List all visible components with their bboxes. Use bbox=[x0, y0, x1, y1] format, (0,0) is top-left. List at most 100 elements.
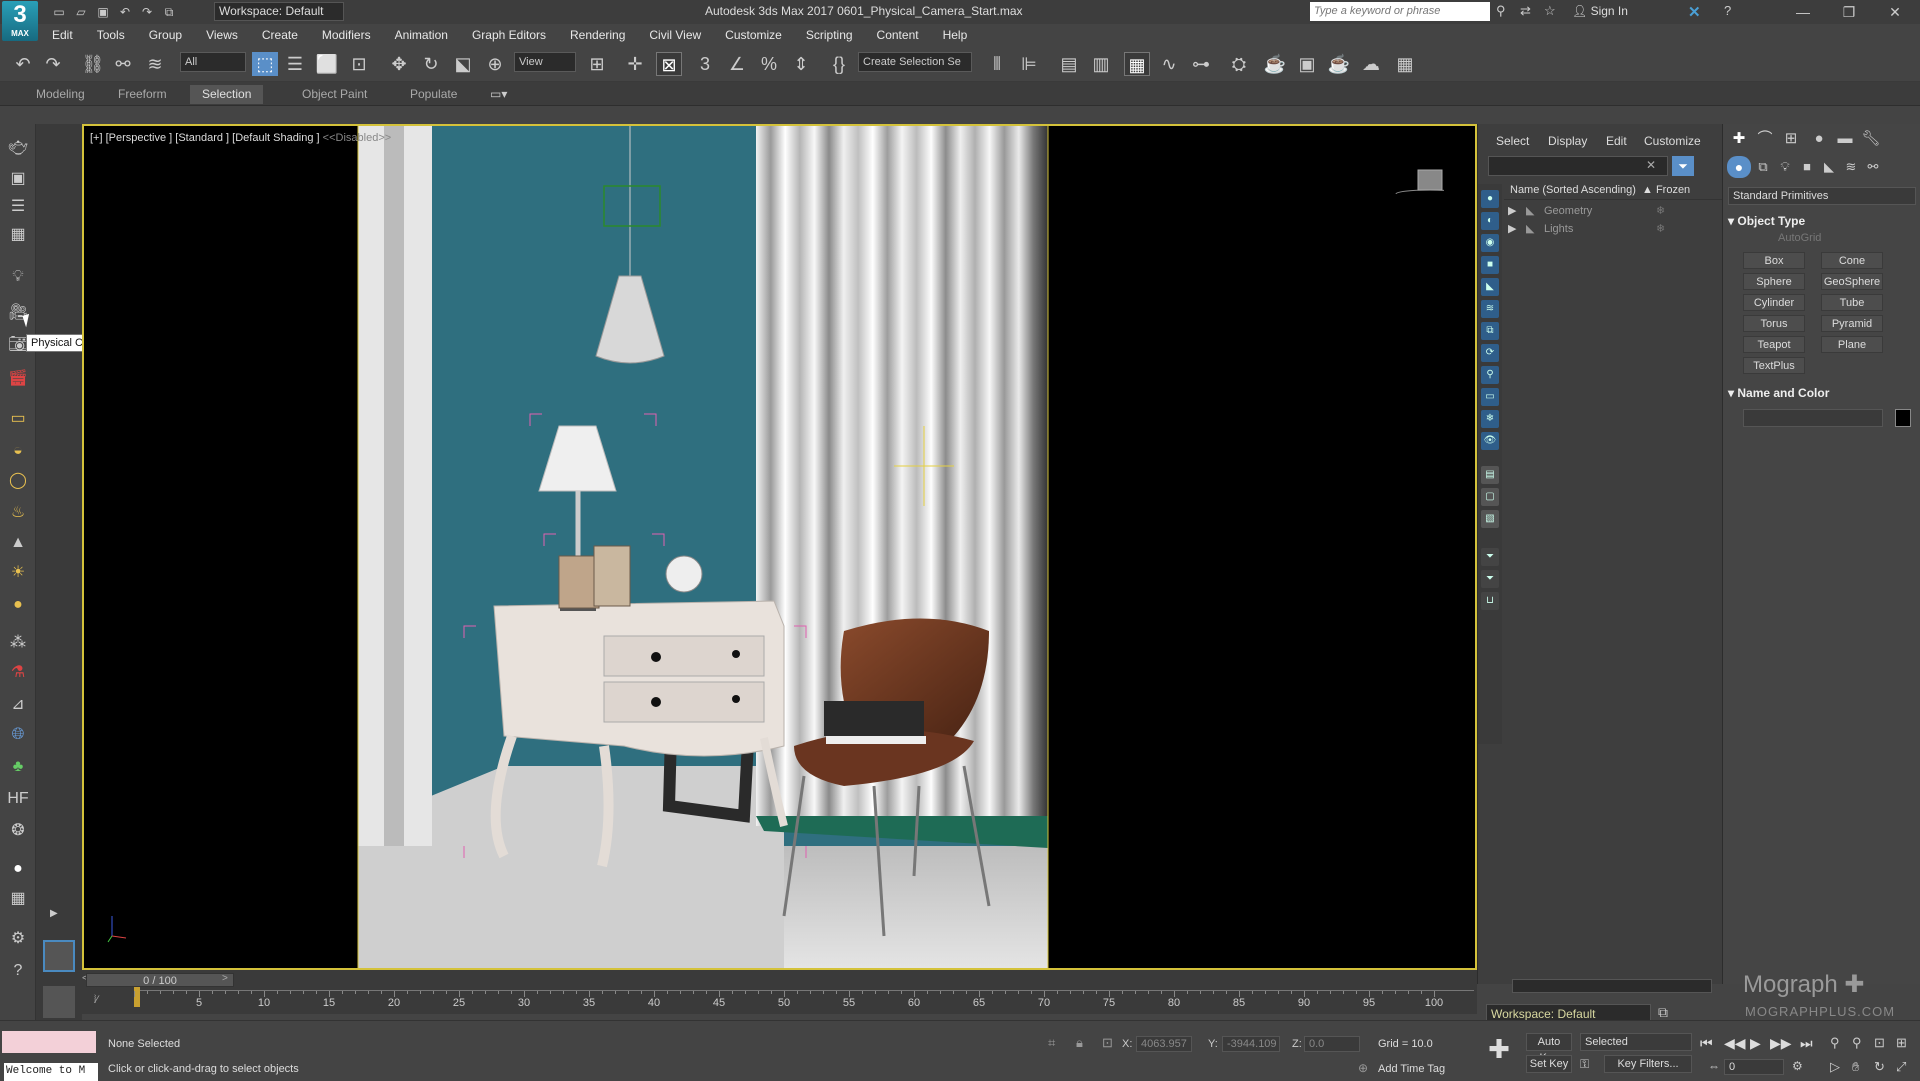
redo-icon[interactable]: ↷ bbox=[40, 52, 66, 76]
tube-button[interactable]: Tube bbox=[1821, 294, 1883, 311]
lights-filter-icon[interactable]: ◉ bbox=[1481, 234, 1499, 252]
app-logo-button[interactable]: 3 MAX bbox=[2, 1, 38, 41]
teapot-icon[interactable]: 🫖︎ bbox=[7, 138, 29, 160]
render-cloud-icon[interactable]: ☁ bbox=[1358, 52, 1384, 76]
lights-category-icon[interactable]: 💡︎ bbox=[1773, 156, 1797, 178]
filter-funnel-icon[interactable]: ⏷ bbox=[1481, 548, 1499, 566]
percent-snap-icon[interactable]: % bbox=[756, 52, 782, 76]
render-setup-icon[interactable]: ☕ bbox=[1262, 52, 1288, 76]
menu-customize[interactable]: Customize bbox=[713, 28, 794, 42]
viewport-layout-thumb-2[interactable] bbox=[43, 986, 75, 1018]
help-circle-icon[interactable]: ? bbox=[7, 960, 29, 982]
menu-scripting[interactable]: Scripting bbox=[794, 28, 865, 42]
angle-snap-icon[interactable]: ∠ bbox=[724, 52, 750, 76]
frozen-filter-icon[interactable]: ❄ bbox=[1481, 410, 1499, 428]
zoom-extents-all-icon[interactable]: ⊞ bbox=[1896, 1035, 1907, 1051]
helper-icon[interactable]: ⊿ bbox=[7, 694, 29, 716]
selection-lock-icon[interactable]: 🔒︎ bbox=[1076, 1035, 1083, 1051]
foliage-icon[interactable]: ♣ bbox=[7, 756, 29, 778]
expand-arrow-icon[interactable]: ▶ bbox=[1508, 202, 1516, 220]
maximize-viewport-icon[interactable]: ⤢ bbox=[1896, 1059, 1906, 1075]
x-coordinate-input[interactable]: 4063.957 bbox=[1136, 1036, 1192, 1052]
cameras-filter-icon[interactable]: ■ bbox=[1481, 256, 1499, 274]
hair-icon[interactable]: HF bbox=[7, 788, 29, 810]
systems-category-icon[interactable]: ⚯ bbox=[1861, 156, 1885, 178]
frozen-column-header[interactable]: ▲ Frozen bbox=[1642, 184, 1690, 196]
cameras-category-icon[interactable]: ■ bbox=[1795, 156, 1819, 178]
selected-keys-dropdown[interactable]: Selected bbox=[1580, 1033, 1692, 1051]
menu-rendering[interactable]: Rendering bbox=[558, 28, 637, 42]
box-icon[interactable]: ▣ bbox=[7, 168, 29, 190]
set-key-plus-icon[interactable]: ✚ bbox=[1484, 1033, 1514, 1065]
reference-coordinate-dropdown[interactable]: View bbox=[514, 52, 576, 72]
menu-modifiers[interactable]: Modifiers bbox=[310, 28, 383, 42]
tab-object-paint[interactable]: Object Paint bbox=[290, 85, 379, 104]
cylinder-button[interactable]: Cylinder bbox=[1743, 294, 1805, 311]
display-tab-icon[interactable]: ▬ bbox=[1833, 128, 1857, 150]
time-config-icon[interactable]: ⚙ bbox=[1792, 1059, 1803, 1073]
se-tab-edit[interactable]: Edit bbox=[1606, 134, 1627, 148]
viewcube-icon[interactable] bbox=[1394, 166, 1444, 194]
menu-animation[interactable]: Animation bbox=[383, 28, 460, 42]
menu-views[interactable]: Views bbox=[194, 28, 250, 42]
key-filters-button[interactable]: Key Filters... bbox=[1604, 1055, 1692, 1073]
groups-filter-icon[interactable]: ⧉ bbox=[1481, 322, 1499, 340]
menu-civil-view[interactable]: Civil View bbox=[637, 28, 713, 42]
selection-filter-dropdown[interactable]: All bbox=[180, 52, 246, 72]
search-input[interactable]: Type a keyword or phrase bbox=[1310, 2, 1490, 21]
invert-display-icon[interactable]: ▧ bbox=[1481, 510, 1499, 528]
save-file-icon[interactable]: ▣ bbox=[94, 3, 112, 21]
exchange-icon[interactable]: ✕ bbox=[1688, 3, 1701, 21]
grid-icon[interactable]: ▦ bbox=[7, 224, 29, 246]
link-icon[interactable]: ⛓ bbox=[80, 52, 106, 76]
keyboard-shortcut-override-icon[interactable]: ⊠ bbox=[656, 52, 682, 76]
zoom-extents-icon[interactable]: ⊡ bbox=[1874, 1035, 1885, 1051]
name-column-header[interactable]: Name (Sorted Ascending) bbox=[1510, 184, 1636, 196]
viewport-layout-thumb[interactable] bbox=[43, 940, 75, 972]
dome-light-icon[interactable]: ◒ bbox=[7, 440, 29, 462]
pivot-center-icon[interactable]: ⊞ bbox=[584, 52, 610, 76]
autogrid-checkbox[interactable]: AutoGrid bbox=[1778, 232, 1821, 244]
undo-icon[interactable]: ↶ bbox=[10, 52, 36, 76]
scene-explorer-search-input[interactable] bbox=[1488, 156, 1668, 176]
menu-graph-editors[interactable]: Graph Editors bbox=[460, 28, 558, 42]
move-icon[interactable]: ✥ bbox=[386, 52, 412, 76]
omni-light-icon[interactable]: ● bbox=[7, 594, 29, 616]
hierarchy-tab-icon[interactable]: ⊞ bbox=[1779, 128, 1803, 150]
utilities-tab-icon[interactable]: 🔧︎ bbox=[1859, 128, 1883, 150]
name-and-color-rollout[interactable]: ▾ Name and Color bbox=[1728, 386, 1916, 400]
bones-filter-icon[interactable]: ⚲ bbox=[1481, 366, 1499, 384]
geosphere-button[interactable]: GeoSphere bbox=[1821, 273, 1883, 290]
align-icon[interactable]: ⊫ bbox=[1016, 52, 1042, 76]
schematic-view-icon[interactable]: ⊶ bbox=[1188, 52, 1214, 76]
modify-tab-icon[interactable]: ⌒ bbox=[1753, 128, 1777, 150]
camera-rig-icon[interactable]: 🎬︎ bbox=[7, 368, 29, 390]
light-bulb-icon[interactable]: 💡︎ bbox=[7, 266, 29, 288]
maxscript-listener-input[interactable]: Welcome to M bbox=[2, 1031, 98, 1081]
go-to-end-icon[interactable]: ⏭ bbox=[1800, 1035, 1813, 1052]
open-file-icon[interactable]: ▱ bbox=[72, 3, 90, 21]
help-icon[interactable]: ? bbox=[1724, 3, 1731, 18]
scene-explorer-toggle-icon[interactable]: ▦ bbox=[1124, 52, 1150, 76]
absolute-mode-icon[interactable]: ⊡ bbox=[1102, 1035, 1113, 1051]
textplus-button[interactable]: TextPlus bbox=[1743, 357, 1805, 374]
containers-filter-icon[interactable]: ▭ bbox=[1481, 388, 1499, 406]
compound-icon[interactable]: ⚗ bbox=[7, 662, 29, 684]
a360-gallery-icon[interactable]: ▦ bbox=[1392, 52, 1418, 76]
subscription-icon[interactable]: ⇄ bbox=[1520, 3, 1531, 19]
play-icon[interactable]: ▶ bbox=[1750, 1035, 1761, 1052]
object-color-swatch[interactable] bbox=[1895, 409, 1911, 427]
plane-light-icon[interactable]: ▭ bbox=[7, 408, 29, 430]
se-tab-select[interactable]: Select bbox=[1496, 134, 1529, 148]
scene-tree-row[interactable]: ▶ ◣ Lights ❄ bbox=[1504, 220, 1723, 238]
rendered-frame-window-icon[interactable]: ▣ bbox=[1294, 52, 1320, 76]
new-file-icon[interactable]: ▭ bbox=[50, 3, 68, 21]
freeze-toggle-icon[interactable]: ❄ bbox=[1656, 220, 1665, 238]
key-mode-icon[interactable]: ⚿ bbox=[1580, 1057, 1589, 1072]
menu-create[interactable]: Create bbox=[250, 28, 310, 42]
snaps-toggle-icon[interactable]: 3 bbox=[692, 52, 718, 76]
bind-space-warp-icon[interactable]: ≋ bbox=[142, 52, 168, 76]
se-tab-customize[interactable]: Customize bbox=[1644, 134, 1701, 148]
globe-icon[interactable]: 🌐︎ bbox=[7, 724, 29, 746]
sky-light-icon[interactable]: ♨ bbox=[7, 502, 29, 524]
